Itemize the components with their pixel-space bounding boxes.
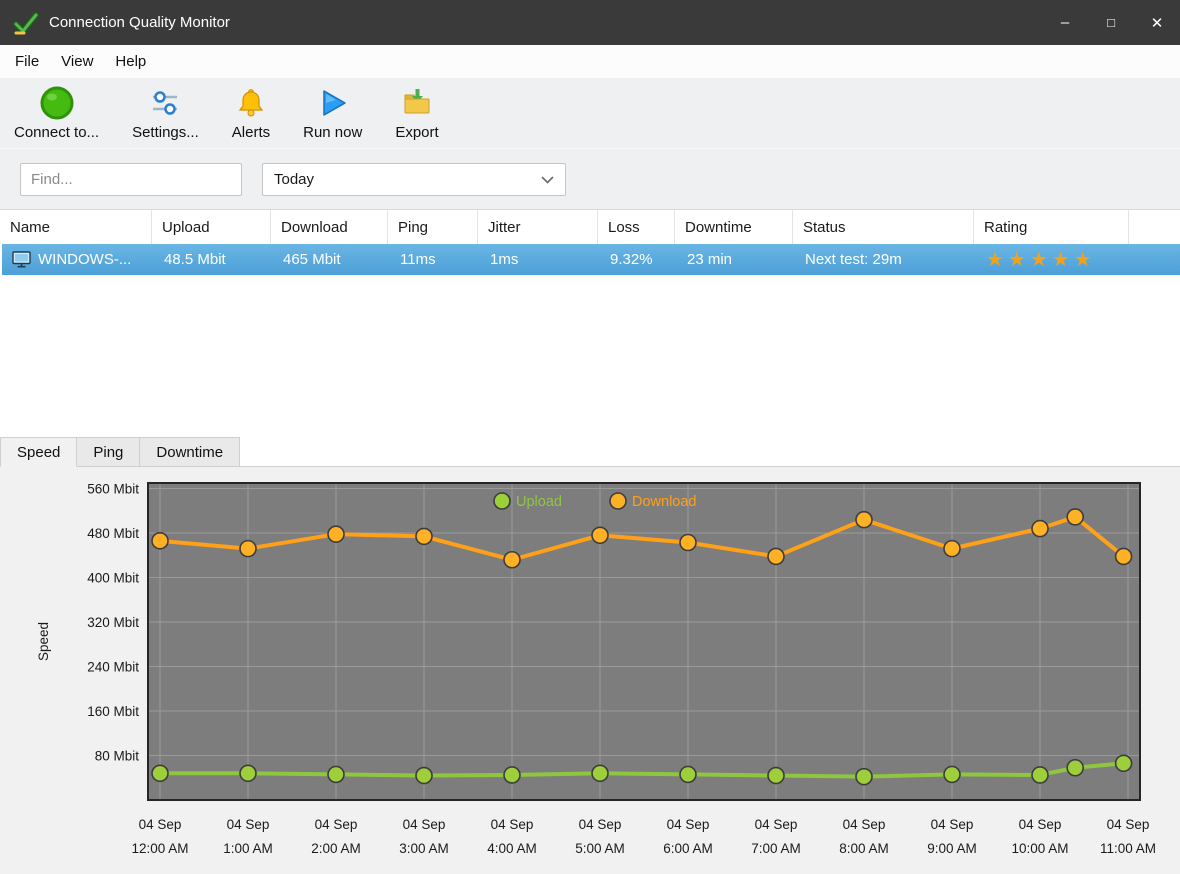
svg-text:04 Sep8:00 AM: 04 Sep8:00 AM bbox=[839, 817, 889, 856]
connect-icon bbox=[39, 83, 75, 123]
loss-cell: 9.32% bbox=[600, 251, 677, 268]
settings-button[interactable]: Settings... bbox=[122, 81, 209, 141]
svg-text:240 Mbit: 240 Mbit bbox=[87, 660, 139, 675]
app-logo-icon bbox=[13, 10, 39, 36]
svg-text:04 Sep11:00 AM: 04 Sep11:00 AM bbox=[1100, 817, 1156, 856]
column-header-upload[interactable]: Upload bbox=[152, 210, 271, 244]
results-table: Name Upload Download Ping Jitter Loss Do… bbox=[0, 210, 1180, 437]
run-now-button[interactable]: Run now bbox=[293, 81, 372, 141]
bell-icon bbox=[235, 83, 267, 123]
host-name: WINDOWS-... bbox=[38, 251, 131, 268]
titlebar: Connection Quality Monitor – □ ✕ bbox=[0, 0, 1180, 45]
table-row[interactable]: WINDOWS-... 48.5 Mbit 465 Mbit 11ms 1ms … bbox=[2, 244, 1180, 275]
svg-text:04 Sep10:00 AM: 04 Sep10:00 AM bbox=[1011, 817, 1068, 856]
settings-label: Settings... bbox=[132, 124, 199, 141]
svg-text:Upload: Upload bbox=[516, 494, 562, 510]
export-button[interactable]: Export bbox=[385, 81, 448, 141]
alerts-label: Alerts bbox=[232, 124, 270, 141]
play-icon bbox=[318, 83, 348, 123]
export-label: Export bbox=[395, 124, 438, 141]
svg-text:04 Sep3:00 AM: 04 Sep3:00 AM bbox=[399, 817, 449, 856]
chart-panel: 80 Mbit 160 Mbit 240 Mbit 320 Mbit 400 Mbit 4… bbox=[0, 467, 1180, 874]
alerts-button[interactable]: Alerts bbox=[222, 81, 280, 141]
svg-text:320 Mbit: 320 Mbit bbox=[87, 615, 139, 630]
svg-text:04 Sep6:00 AM: 04 Sep6:00 AM bbox=[663, 817, 713, 856]
date-range-value: Today bbox=[274, 171, 314, 188]
tab-speed[interactable]: Speed bbox=[0, 437, 77, 467]
svg-text:04 Sep2:00 AM: 04 Sep2:00 AM bbox=[311, 817, 361, 856]
chevron-down-icon bbox=[541, 175, 554, 184]
svg-text:Speed: Speed bbox=[36, 622, 51, 661]
menu-help[interactable]: Help bbox=[104, 53, 157, 70]
svg-text:160 Mbit: 160 Mbit bbox=[87, 704, 139, 719]
svg-text:80 Mbit: 80 Mbit bbox=[95, 749, 140, 764]
svg-text:04 Sep4:00 AM: 04 Sep4:00 AM bbox=[487, 817, 537, 856]
close-button[interactable]: ✕ bbox=[1134, 0, 1180, 45]
tab-ping[interactable]: Ping bbox=[76, 437, 140, 466]
column-header-downtime[interactable]: Downtime bbox=[675, 210, 793, 244]
svg-text:Download: Download bbox=[632, 494, 697, 510]
column-header-loss[interactable]: Loss bbox=[598, 210, 675, 244]
menubar: File View Help bbox=[0, 45, 1180, 78]
column-header-rating[interactable]: Rating bbox=[974, 210, 1129, 244]
column-header-jitter[interactable]: Jitter bbox=[478, 210, 598, 244]
date-range-select[interactable]: Today bbox=[262, 163, 566, 196]
svg-text:04 Sep1:00 AM: 04 Sep1:00 AM bbox=[223, 817, 273, 856]
export-icon bbox=[401, 83, 433, 123]
speed-chart: 80 Mbit 160 Mbit 240 Mbit 320 Mbit 400 Mbit 4… bbox=[0, 467, 1180, 874]
find-input[interactable] bbox=[20, 163, 242, 196]
settings-icon bbox=[149, 83, 181, 123]
status-cell: Next test: 29m bbox=[795, 251, 976, 268]
table-header: Name Upload Download Ping Jitter Loss Do… bbox=[0, 210, 1180, 244]
upload-cell: 48.5 Mbit bbox=[154, 251, 273, 268]
svg-text:04 Sep7:00 AM: 04 Sep7:00 AM bbox=[751, 817, 801, 856]
svg-text:04 Sep9:00 AM: 04 Sep9:00 AM bbox=[927, 817, 977, 856]
toolbar: Connect to... Settings... A bbox=[0, 78, 1180, 148]
connect-label: Connect to... bbox=[14, 124, 99, 141]
filterbar: Today bbox=[0, 148, 1180, 210]
run-now-label: Run now bbox=[303, 124, 362, 141]
maximize-button[interactable]: □ bbox=[1088, 0, 1134, 45]
svg-text:480 Mbit: 480 Mbit bbox=[87, 526, 139, 541]
column-header-download[interactable]: Download bbox=[271, 210, 388, 244]
rating-stars: ★★★★★ bbox=[986, 250, 1096, 270]
column-header-status[interactable]: Status bbox=[793, 210, 974, 244]
app-window: Connection Quality Monitor – □ ✕ File Vi… bbox=[0, 0, 1180, 874]
svg-text:400 Mbit: 400 Mbit bbox=[87, 571, 139, 586]
minimize-button[interactable]: – bbox=[1042, 0, 1088, 45]
window-title: Connection Quality Monitor bbox=[49, 14, 230, 31]
download-cell: 465 Mbit bbox=[273, 251, 390, 268]
menu-file[interactable]: File bbox=[4, 53, 50, 70]
ping-cell: 11ms bbox=[390, 251, 480, 268]
jitter-cell: 1ms bbox=[480, 251, 600, 268]
downtime-cell: 23 min bbox=[677, 251, 795, 268]
menu-view[interactable]: View bbox=[50, 53, 104, 70]
tab-downtime[interactable]: Downtime bbox=[139, 437, 240, 466]
column-header-name[interactable]: Name bbox=[0, 210, 152, 244]
column-header-ping[interactable]: Ping bbox=[388, 210, 478, 244]
connect-button[interactable]: Connect to... bbox=[4, 81, 109, 141]
computer-icon bbox=[12, 251, 31, 268]
rating-cell: ★★★★★ bbox=[976, 250, 1131, 270]
svg-text:04 Sep12:00 AM: 04 Sep12:00 AM bbox=[131, 817, 188, 856]
svg-text:04 Sep5:00 AM: 04 Sep5:00 AM bbox=[575, 817, 625, 856]
chart-tabbar: Speed Ping Downtime bbox=[0, 437, 1180, 467]
svg-text:560 Mbit: 560 Mbit bbox=[87, 482, 139, 497]
host-name-cell: WINDOWS-... bbox=[2, 251, 154, 268]
